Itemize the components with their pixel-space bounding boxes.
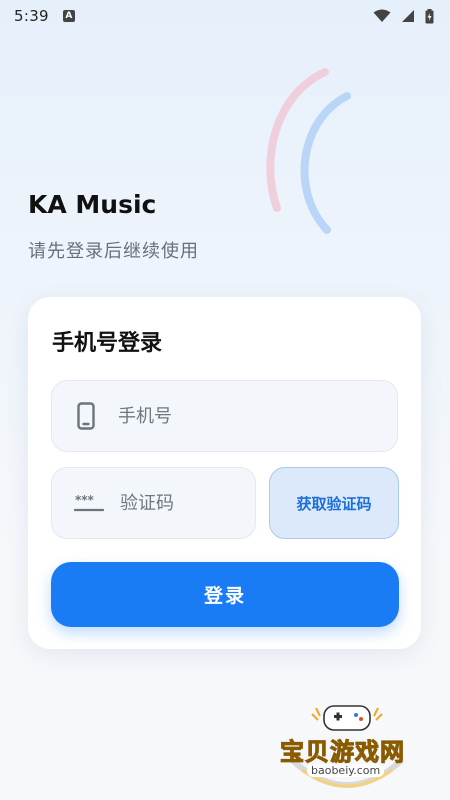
status-bar: 5:39 A — [0, 0, 450, 32]
app-title: KA Music — [28, 190, 157, 219]
status-icons — [373, 8, 434, 24]
notification-a-icon: A — [62, 10, 75, 22]
status-time: 5:39 — [14, 7, 49, 25]
watermark-text: 宝贝游戏网 — [280, 738, 405, 767]
login-button[interactable]: 登录 — [51, 562, 399, 627]
phone-icon — [74, 401, 98, 431]
phone-field[interactable] — [51, 380, 398, 452]
app-subtitle: 请先登录后继续使用 — [28, 241, 199, 262]
battery-icon — [425, 8, 434, 23]
card-title: 手机号登录 — [52, 331, 163, 356]
login-card: 手机号登录 *** 获取验证码 登录 — [28, 297, 421, 649]
svg-text:***: *** — [75, 493, 95, 507]
signal-icon — [402, 10, 414, 22]
phone-input[interactable] — [118, 405, 318, 427]
watermark-url: baobeiy.com — [307, 764, 385, 777]
code-input[interactable] — [120, 492, 230, 514]
watermark: 宝贝游戏网 baobeiy.com — [272, 700, 422, 798]
decorative-arcs-icon — [266, 68, 351, 234]
get-code-button[interactable]: 获取验证码 — [269, 467, 399, 539]
wifi-icon — [373, 9, 391, 22]
password-dots-icon: *** — [74, 488, 104, 518]
code-field[interactable]: *** — [51, 467, 256, 539]
